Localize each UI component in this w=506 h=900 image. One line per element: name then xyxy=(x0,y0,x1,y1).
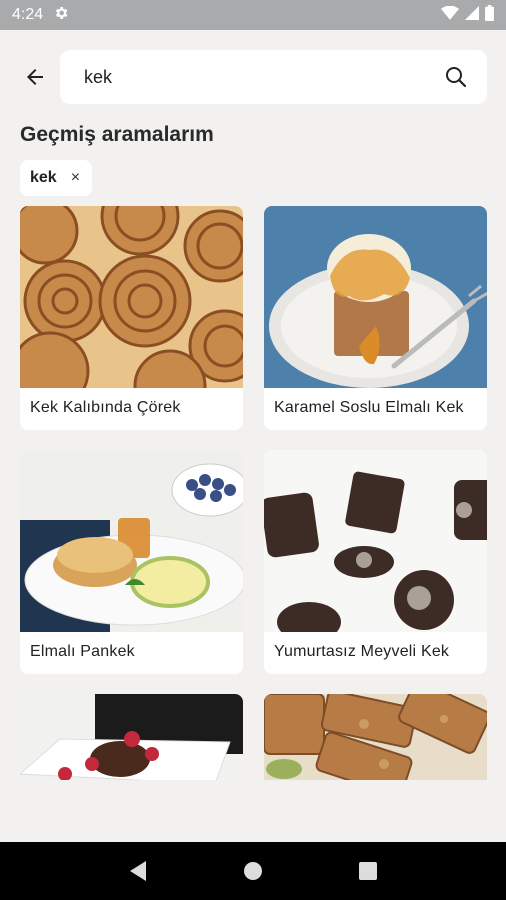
navigation-bar xyxy=(0,842,506,900)
battery-icon xyxy=(485,4,494,26)
recipe-title: Elmalı Pankek xyxy=(30,643,135,660)
recipe-card[interactable]: Elmalı Pankek xyxy=(20,450,243,674)
recipe-card[interactable]: Yumurtasız Meyveli Kek xyxy=(264,450,487,674)
recipe-card[interactable] xyxy=(20,694,243,780)
search-box[interactable] xyxy=(60,50,487,104)
settings-gear-icon xyxy=(53,5,69,26)
wifi-icon xyxy=(441,5,459,25)
recipe-grid: Kek Kalıbında Çörek Karamel Soslu Elmalı… xyxy=(20,206,487,780)
status-time: 4:24 xyxy=(12,6,44,23)
recipe-image xyxy=(20,450,243,632)
signal-icon xyxy=(465,5,479,25)
home-circle-icon[interactable] xyxy=(238,856,268,886)
search-icon[interactable] xyxy=(443,64,469,90)
search-input[interactable] xyxy=(82,65,443,89)
search-row xyxy=(0,50,506,104)
recipe-title: Karamel Soslu Elmalı Kek xyxy=(274,399,464,416)
recipe-card[interactable] xyxy=(264,694,487,780)
history-chip[interactable]: kek × xyxy=(20,160,93,196)
back-triangle-icon[interactable] xyxy=(123,856,153,886)
search-history-title: Geçmiş aramalarım xyxy=(20,123,214,146)
recipe-title: Yumurtasız Meyveli Kek xyxy=(274,643,450,660)
recipe-image xyxy=(264,694,487,780)
recipe-card[interactable]: Kek Kalıbında Çörek xyxy=(20,206,243,430)
back-arrow-icon[interactable] xyxy=(18,60,52,94)
recipe-title: Kek Kalıbında Çörek xyxy=(30,399,181,416)
recipe-card[interactable]: Karamel Soslu Elmalı Kek xyxy=(264,206,487,430)
recipe-image xyxy=(264,450,487,632)
recipe-image xyxy=(20,694,243,780)
recipe-image xyxy=(20,206,243,388)
close-icon[interactable]: × xyxy=(71,169,80,187)
recents-square-icon[interactable] xyxy=(353,856,383,886)
status-bar: 4:24 xyxy=(0,0,506,30)
history-chip-label[interactable]: kek xyxy=(30,169,57,187)
recipe-image xyxy=(264,206,487,388)
